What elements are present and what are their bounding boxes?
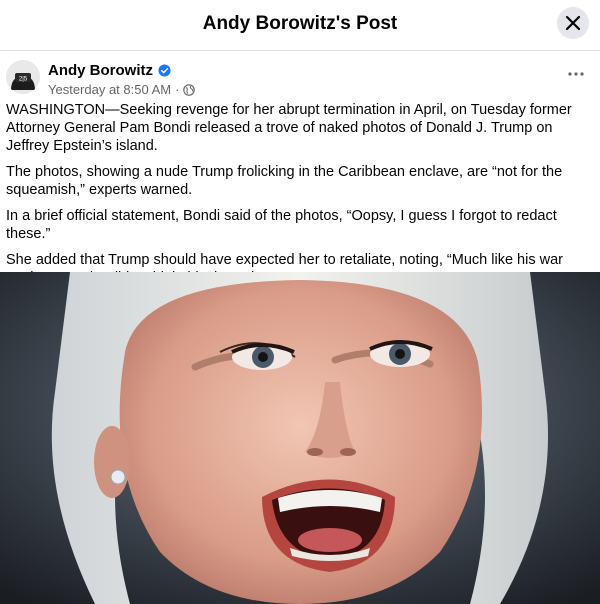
verified-icon <box>158 64 171 77</box>
dialog-header: Andy Borowitz's Post <box>0 0 600 51</box>
post-timestamp[interactable]: Yesterday at 8:50 AM <box>48 82 171 97</box>
post-paragraph: WASHINGTON—Seeking revenge for her abrup… <box>6 102 572 154</box>
close-button[interactable] <box>557 7 589 39</box>
post-paragraph: In a brief official statement, Bondi sai… <box>6 208 557 242</box>
more-options-button[interactable] <box>566 67 586 81</box>
svg-text:2|5: 2|5 <box>19 77 28 83</box>
post-paragraph: The photos, showing a nude Trump frolick… <box>6 164 563 198</box>
dialog-title: Andy Borowitz's Post <box>202 13 398 34</box>
close-icon <box>565 15 581 31</box>
author-line: Andy Borowitz <box>48 62 171 79</box>
post-photo[interactable] <box>0 272 600 604</box>
avatar[interactable]: 2|5 <box>6 60 40 94</box>
author-name[interactable]: Andy Borowitz <box>48 62 153 79</box>
post-body: WASHINGTON—Seeking revenge for her abrup… <box>6 101 586 295</box>
more-icon <box>568 72 584 76</box>
post-meta: Yesterday at 8:50 AM · <box>48 82 196 97</box>
globe-icon <box>183 83 196 96</box>
meta-separator: · <box>175 82 180 97</box>
post-header: 2|5 Andy Borowitz Yesterday at 8:50 AM · <box>0 51 600 97</box>
